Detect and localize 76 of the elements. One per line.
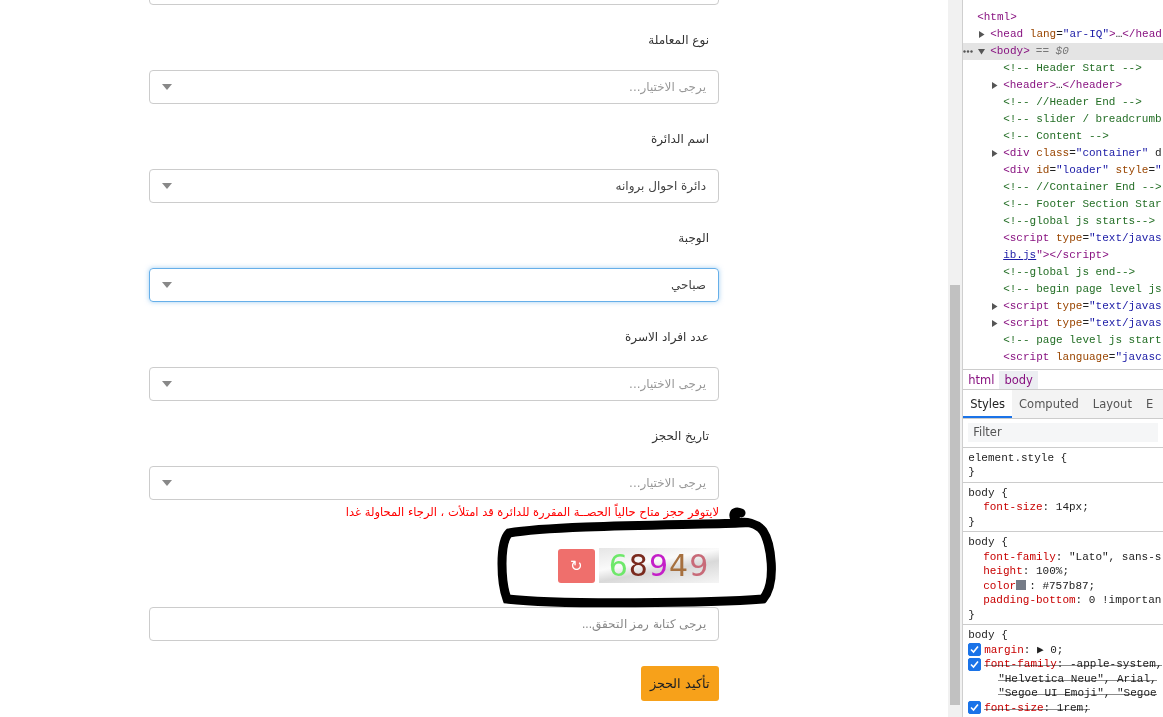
- css-value: "Helvetica Neue", Arial,: [998, 671, 1157, 686]
- css-selector: body {: [968, 485, 1009, 500]
- css-property: margin: ▶ 0;: [984, 642, 1064, 657]
- error-message: لايتوفر حجز متاح حالياً الحصــة المقررة للدائرة قد امتلأت ، الرجاء المحاولة غدا: [345, 504, 719, 520]
- selected-marker: == $0: [1035, 44, 1069, 59]
- checkbox[interactable]: [968, 643, 982, 657]
- css-property: font-size: 14px;: [983, 500, 1089, 515]
- script-link[interactable]: ib.js: [1003, 247, 1037, 264]
- css-selector: element.style {: [968, 450, 1069, 465]
- css-property: font-size: 1rem;: [984, 700, 1090, 715]
- caret-icon: [162, 381, 172, 387]
- checkbox[interactable]: [968, 657, 982, 671]
- select-field[interactable]: صباحي: [149, 268, 719, 302]
- code-element[interactable]: <script language="javasc: [1003, 349, 1162, 366]
- css-brace: }: [968, 465, 976, 480]
- select-field[interactable]: دائرة احوال بروانه: [149, 169, 719, 203]
- panel-tab[interactable]: Layout: [1085, 390, 1139, 419]
- field-label: نوع المعاملة: [648, 32, 710, 50]
- code-element[interactable]: <script type="text/javas: [1003, 315, 1162, 332]
- field-label: اسم الدائرة: [650, 131, 710, 148]
- expand-icon[interactable]: [991, 150, 999, 157]
- captcha-image: 68949: [599, 548, 719, 583]
- css-brace: }: [968, 607, 976, 622]
- more-icon[interactable]: [963, 50, 974, 53]
- code-comment: <!--global js end-->: [1003, 265, 1136, 280]
- breadcrumb-item[interactable]: html: [963, 370, 1000, 389]
- confirm-booking-button[interactable]: تأكيد الحجز: [641, 666, 719, 701]
- expand-icon[interactable]: [991, 303, 999, 310]
- caret-icon: [162, 282, 172, 288]
- css-property: color : #757b87;: [983, 578, 1096, 593]
- code-element[interactable]: <body>: [990, 43, 1030, 60]
- code-comment: <!-- Footer Section Star: [1003, 197, 1162, 212]
- code-comment: <!-- //Header End -->: [1003, 95, 1142, 110]
- code-comment: <!-- //Container End -->: [1003, 180, 1162, 195]
- css-property: font-family: "Lato", sans-s: [983, 549, 1162, 564]
- color-swatch[interactable]: [1016, 579, 1027, 590]
- checkbox[interactable]: [968, 701, 982, 715]
- css-selector: body {: [968, 535, 1009, 550]
- code-comment: <!-- slider / breadcrumb: [1003, 112, 1162, 127]
- css-value: "Segoe UI Emoji", "Segoe: [998, 686, 1157, 701]
- panel-tab[interactable]: Computed: [1012, 390, 1086, 419]
- css-property: padding-bottom: 0 !importan: [983, 593, 1162, 608]
- code-comment: <!-- begin page level js: [1003, 282, 1162, 297]
- panel-tab[interactable]: Styles: [963, 390, 1013, 419]
- css-selector: body {: [968, 628, 1009, 643]
- code-comment: <!-- Content -->: [1003, 129, 1109, 144]
- css-property: font-family: -apple-system,: [984, 657, 1163, 672]
- breadcrumb-item[interactable]: body: [999, 370, 1038, 389]
- expand-icon[interactable]: [991, 82, 999, 89]
- code-element: "></script>: [1036, 248, 1109, 263]
- css-brace: }: [968, 514, 976, 529]
- filter-field[interactable]: Filter: [968, 423, 1158, 442]
- code-element[interactable]: <script type="text/javas: [1003, 298, 1162, 315]
- code-element[interactable]: <head lang="ar-IQ">…</head: [990, 26, 1162, 43]
- code-element[interactable]: <header>…</header>: [1003, 77, 1123, 94]
- caret-icon: [162, 84, 172, 90]
- scrollbar[interactable]: [948, 0, 963, 717]
- expand-icon[interactable]: [978, 31, 986, 38]
- code-comment: <!-- page level js start: [1003, 333, 1162, 348]
- expand-icon[interactable]: [991, 320, 999, 327]
- code-element[interactable]: <script type="text/javas: [1003, 230, 1162, 247]
- css-property: height: 100%;: [983, 564, 1069, 579]
- code-comment: <!-- Header Start -->: [1003, 61, 1142, 76]
- field-label: عدد افراد الاسرة: [625, 329, 710, 346]
- code-element[interactable]: <div class="container" d: [1003, 145, 1162, 162]
- code-element[interactable]: <div id="loader" style=": [1003, 162, 1162, 179]
- collapse-icon[interactable]: [978, 48, 986, 55]
- selected-node-row[interactable]: <body> == $0: [963, 43, 1163, 60]
- code-comment: <!--global js starts-->: [1003, 214, 1155, 229]
- caret-icon: [162, 480, 172, 486]
- field-label: الوجبة: [678, 230, 710, 247]
- field-label: تاريخ الحجز: [652, 428, 710, 445]
- caret-icon: [162, 183, 172, 189]
- captcha-input-field[interactable]: يرجى كتابة رمز التحقق...: [149, 607, 719, 641]
- panel-tab[interactable]: E: [1138, 390, 1161, 419]
- code-element[interactable]: <html>: [977, 9, 1017, 26]
